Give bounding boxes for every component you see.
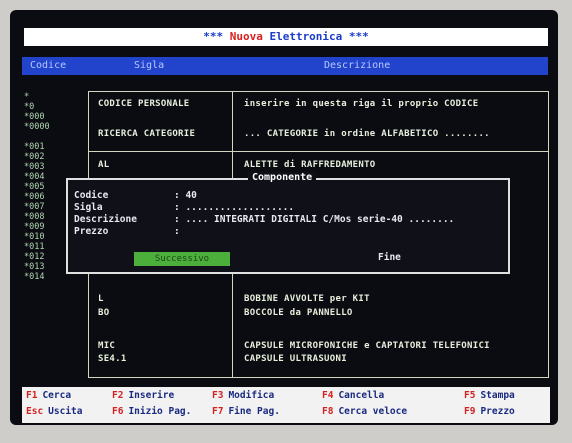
fkey-modifica[interactable]: F3 Modifica: [212, 390, 274, 401]
grid-top: [88, 91, 549, 92]
grid-divider-3: [548, 92, 549, 378]
code-cell[interactable]: *000: [24, 112, 84, 122]
app-title-bar: *** Nuova Elettronica ***: [24, 28, 548, 46]
row-descrizione[interactable]: ALETTE di RAFFREDAMENTO: [244, 160, 376, 170]
row-sigla[interactable]: CODICE PERSONALE: [98, 99, 190, 109]
row-descrizione[interactable]: ... CATEGORIE in ordine ALFABETICO .....…: [244, 129, 490, 139]
field-descrizione[interactable]: : .... INTEGRATI DIGITALI C/Mos serie-40…: [174, 214, 454, 225]
code-cell[interactable]: *: [24, 92, 84, 102]
fkey-fine-pag[interactable]: F7 Fine Pag.: [212, 406, 280, 417]
code-cell[interactable]: *003: [24, 162, 84, 172]
field-label-prezzo: Prezzo: [74, 226, 109, 237]
column-header-bar: Codice Sigla Descrizione: [22, 57, 548, 75]
field-prezzo[interactable]: :: [174, 226, 180, 237]
code-cell[interactable]: *0000: [24, 122, 84, 132]
code-cell[interactable]: *002: [24, 152, 84, 162]
code-cell[interactable]: *001: [24, 142, 84, 152]
fkey-cerca[interactable]: F1 Cerca: [26, 390, 71, 401]
column-descrizione: Descrizione: [324, 60, 391, 71]
row-descrizione[interactable]: BOCCOLE da PANNELLO: [244, 308, 353, 318]
field-codice[interactable]: : 40: [174, 190, 197, 201]
field-label-descrizione: Descrizione: [74, 214, 137, 225]
row-sigla[interactable]: SE4.1: [98, 354, 127, 364]
row-descrizione[interactable]: CAPSULE ULTRASUONI: [244, 354, 347, 364]
row-sigla[interactable]: RICERCA CATEGORIE: [98, 129, 195, 139]
fkey-cerca-veloce[interactable]: F8 Cerca veloce: [322, 406, 407, 417]
successivo-button[interactable]: Successivo: [134, 252, 230, 266]
grid-row-sep: [88, 151, 549, 152]
column-codice: Codice: [30, 60, 67, 71]
field-label-sigla: Sigla: [74, 202, 103, 213]
row-descrizione[interactable]: inserire in questa riga il proprio CODIC…: [244, 99, 478, 109]
componente-dialog: Componente Codice : 40 Sigla : .........…: [66, 172, 510, 274]
fkey-inserire[interactable]: F2 Inserire: [112, 390, 174, 401]
fkey-cancella[interactable]: F4 Cancella: [322, 390, 384, 401]
column-sigla: Sigla: [134, 60, 165, 71]
code-cell[interactable]: *0: [24, 102, 84, 112]
dialog-title: Componente: [248, 172, 317, 183]
title-prefix: ***: [203, 30, 230, 43]
row-descrizione[interactable]: BOBINE AVVOLTE per KIT: [244, 294, 370, 304]
row-sigla[interactable]: BO: [98, 308, 109, 318]
fkey-inizio-pag[interactable]: F6 Inizio Pag.: [112, 406, 191, 417]
fine-button[interactable]: Fine: [378, 252, 401, 263]
row-sigla[interactable]: MIC: [98, 341, 115, 351]
field-label-codice: Codice: [74, 190, 109, 201]
function-key-bar: F1 Cerca F2 Inserire F3 Modifica F4 Cancella…: [22, 387, 550, 423]
row-sigla[interactable]: AL: [98, 160, 109, 170]
fkey-stampa[interactable]: F5 Stampa: [464, 390, 515, 401]
fkey-prezzo[interactable]: F9 Prezzo: [464, 406, 515, 417]
grid-bottom: [88, 377, 549, 378]
title-rest: Elettronica ***: [262, 30, 369, 43]
field-sigla[interactable]: : ...................: [174, 202, 294, 213]
row-descrizione[interactable]: CAPSULE MICROFONICHE e CAPTATORI TELEFON…: [244, 341, 490, 351]
row-sigla[interactable]: L: [98, 294, 104, 304]
fkey-uscita[interactable]: Esc Uscita: [26, 406, 83, 417]
title-highlight: Nuova: [229, 30, 263, 43]
